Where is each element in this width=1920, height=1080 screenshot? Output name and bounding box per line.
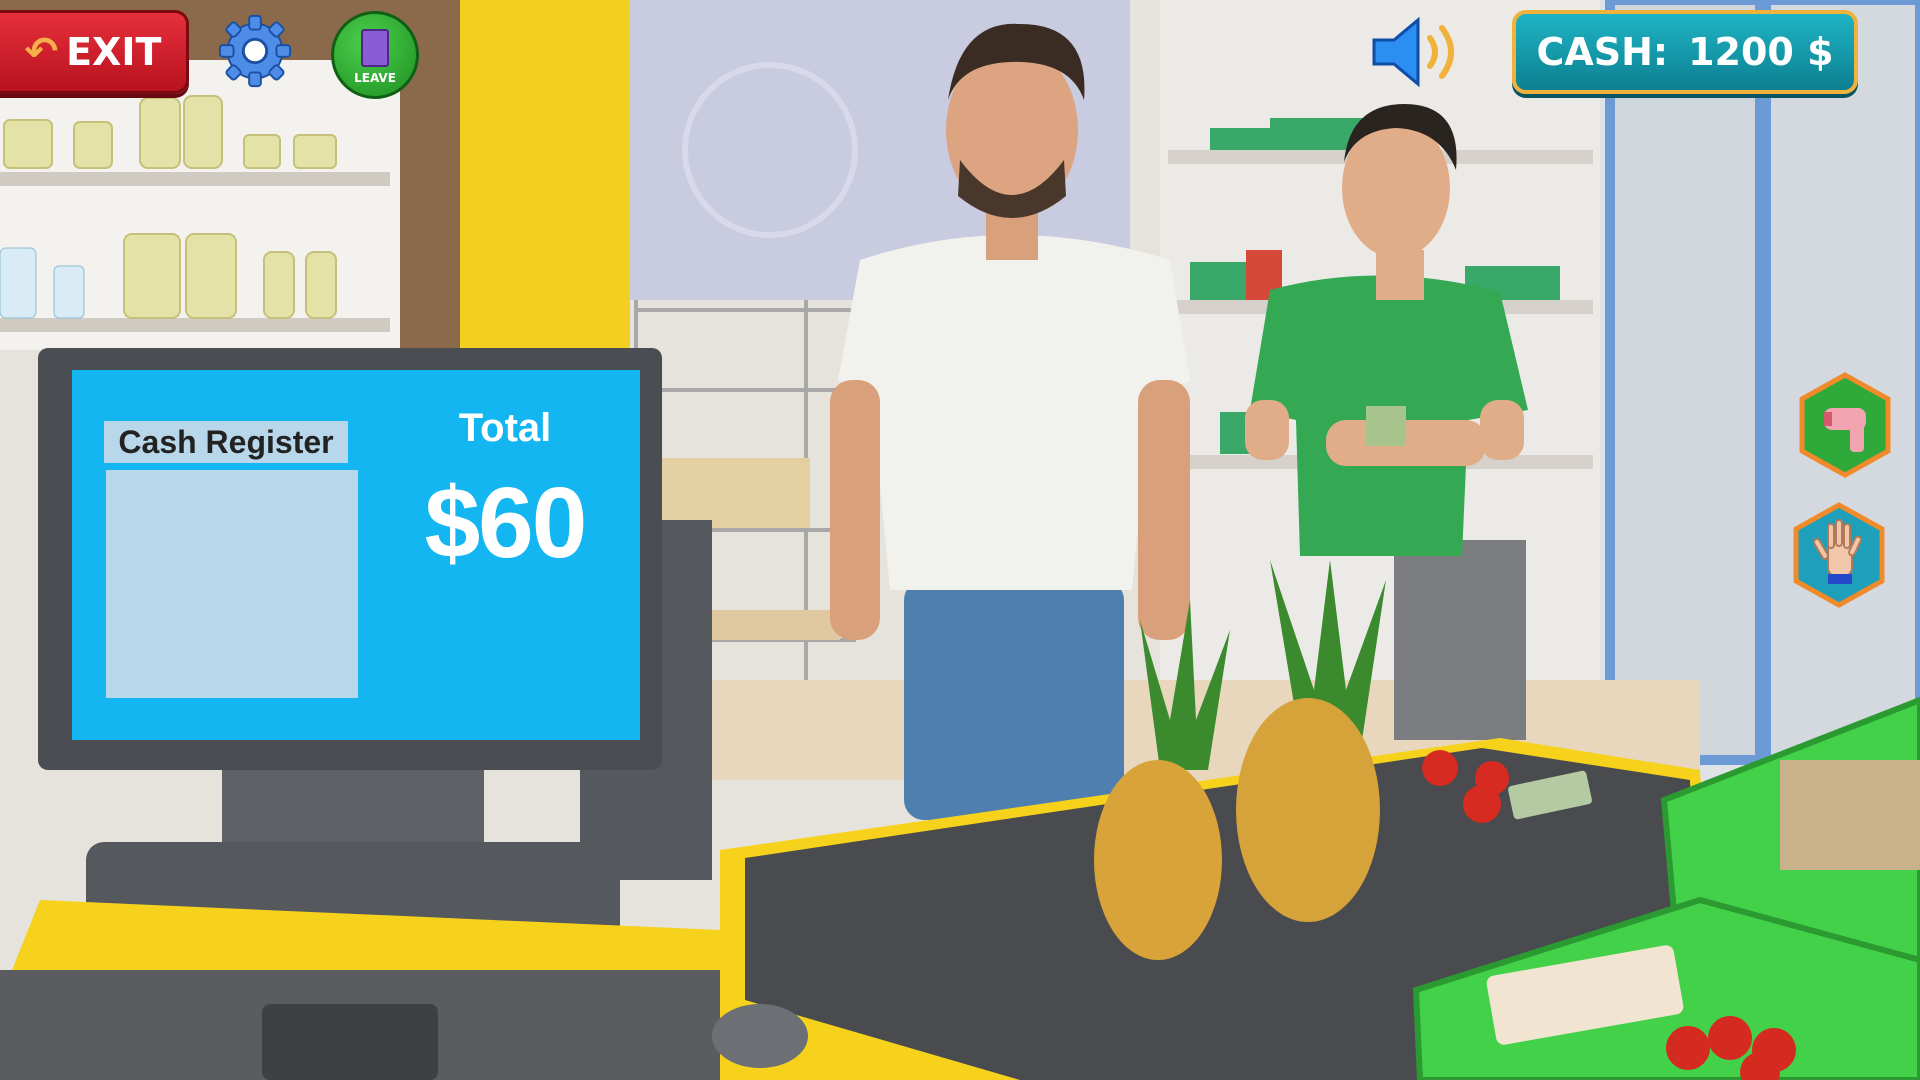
cash-label: CASH: bbox=[1536, 30, 1669, 74]
cash-display: CASH: 1200 $ bbox=[1512, 10, 1858, 94]
leave-label: LEAVE bbox=[354, 71, 396, 85]
total-value: $60 bbox=[424, 467, 588, 579]
keyboard bbox=[262, 1004, 438, 1080]
yellow-pillar bbox=[460, 0, 630, 350]
exit-button[interactable]: ↶ EXIT bbox=[0, 10, 189, 94]
mouse bbox=[712, 1004, 808, 1068]
scanner-button[interactable] bbox=[1798, 372, 1892, 478]
gear-icon[interactable] bbox=[216, 12, 294, 90]
cash-value: 1200 $ bbox=[1688, 30, 1834, 74]
back-arrow-icon: ↶ bbox=[24, 29, 59, 75]
tomato bbox=[1422, 750, 1458, 786]
hand-button[interactable] bbox=[1792, 502, 1886, 608]
total-label: Total bbox=[458, 406, 552, 450]
register-input-area[interactable] bbox=[106, 470, 358, 698]
exit-label: EXIT bbox=[66, 30, 162, 74]
speaker-icon[interactable] bbox=[1368, 14, 1472, 90]
leave-button[interactable]: LEAVE bbox=[331, 11, 419, 99]
door-icon bbox=[361, 29, 389, 67]
register-title: Cash Register bbox=[104, 421, 348, 463]
tomato bbox=[1463, 785, 1501, 823]
